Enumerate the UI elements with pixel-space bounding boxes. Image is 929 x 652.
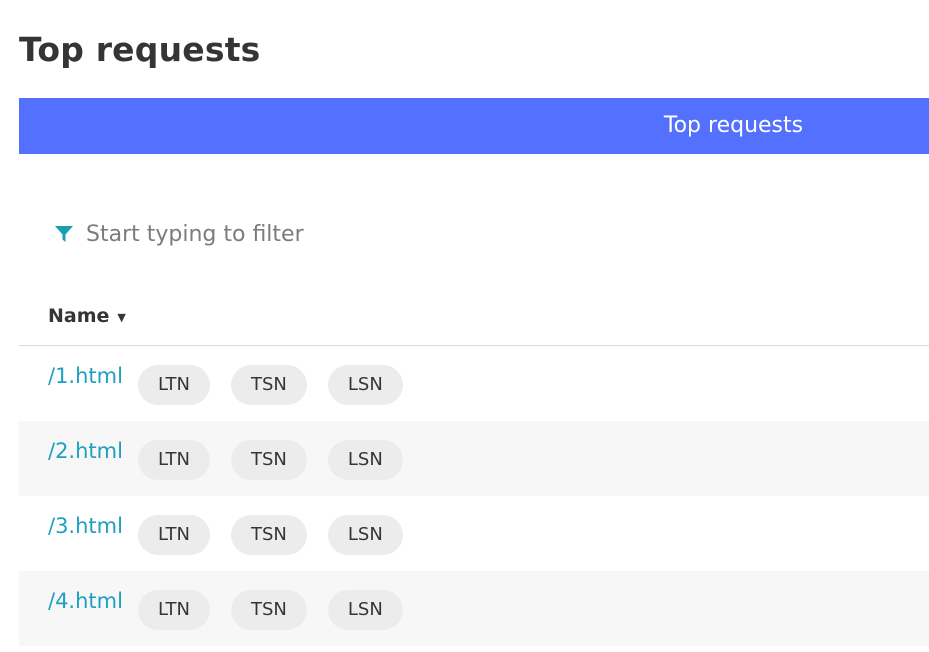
column-header-name[interactable]: Name ▼ bbox=[48, 298, 126, 334]
tag-chip-tsn[interactable]: TSN bbox=[231, 515, 307, 555]
column-header-label: Name bbox=[48, 305, 110, 327]
caret-down-icon: ▼ bbox=[117, 311, 126, 324]
tag-chip-tsn[interactable]: TSN bbox=[231, 590, 307, 630]
tag-chip-lsn[interactable]: LSN bbox=[327, 515, 403, 555]
table-body: /1.html LTN TSN LSN /2.html LTN TSN LSN … bbox=[19, 346, 929, 646]
page-title: Top requests bbox=[19, 30, 261, 69]
table-row: /3.html LTN TSN LSN bbox=[19, 496, 929, 571]
tab-top-requests[interactable]: Top requests bbox=[636, 98, 831, 154]
table-row: /1.html LTN TSN LSN bbox=[19, 346, 929, 421]
request-link[interactable]: /2.html bbox=[48, 439, 123, 463]
tag-chip-lsn[interactable]: LSN bbox=[327, 440, 403, 480]
tag-chip-ltn[interactable]: LTN bbox=[138, 365, 211, 405]
filter-input[interactable]: Start typing to filter bbox=[52, 214, 472, 254]
tag-chip-lsn[interactable]: LSN bbox=[327, 590, 403, 630]
filter-icon bbox=[52, 222, 76, 246]
tag-chip-lsn[interactable]: LSN bbox=[327, 365, 403, 405]
tag-group: LTN TSN LSN bbox=[138, 590, 424, 630]
tag-chip-ltn[interactable]: LTN bbox=[138, 590, 211, 630]
tag-chip-tsn[interactable]: TSN bbox=[231, 440, 307, 480]
tag-group: LTN TSN LSN bbox=[138, 365, 424, 405]
filter-placeholder: Start typing to filter bbox=[86, 221, 304, 247]
tag-chip-ltn[interactable]: LTN bbox=[138, 515, 211, 555]
table-row: /2.html LTN TSN LSN bbox=[19, 421, 929, 496]
request-link[interactable]: /4.html bbox=[48, 589, 123, 613]
table-row: /4.html LTN TSN LSN bbox=[19, 571, 929, 646]
tag-group: LTN TSN LSN bbox=[138, 515, 424, 555]
request-link[interactable]: /3.html bbox=[48, 514, 123, 538]
request-link[interactable]: /1.html bbox=[48, 364, 123, 388]
tag-chip-tsn[interactable]: TSN bbox=[231, 365, 307, 405]
tab-bar: Top requests bbox=[19, 98, 929, 154]
tag-group: LTN TSN LSN bbox=[138, 440, 424, 480]
tag-chip-ltn[interactable]: LTN bbox=[138, 440, 211, 480]
